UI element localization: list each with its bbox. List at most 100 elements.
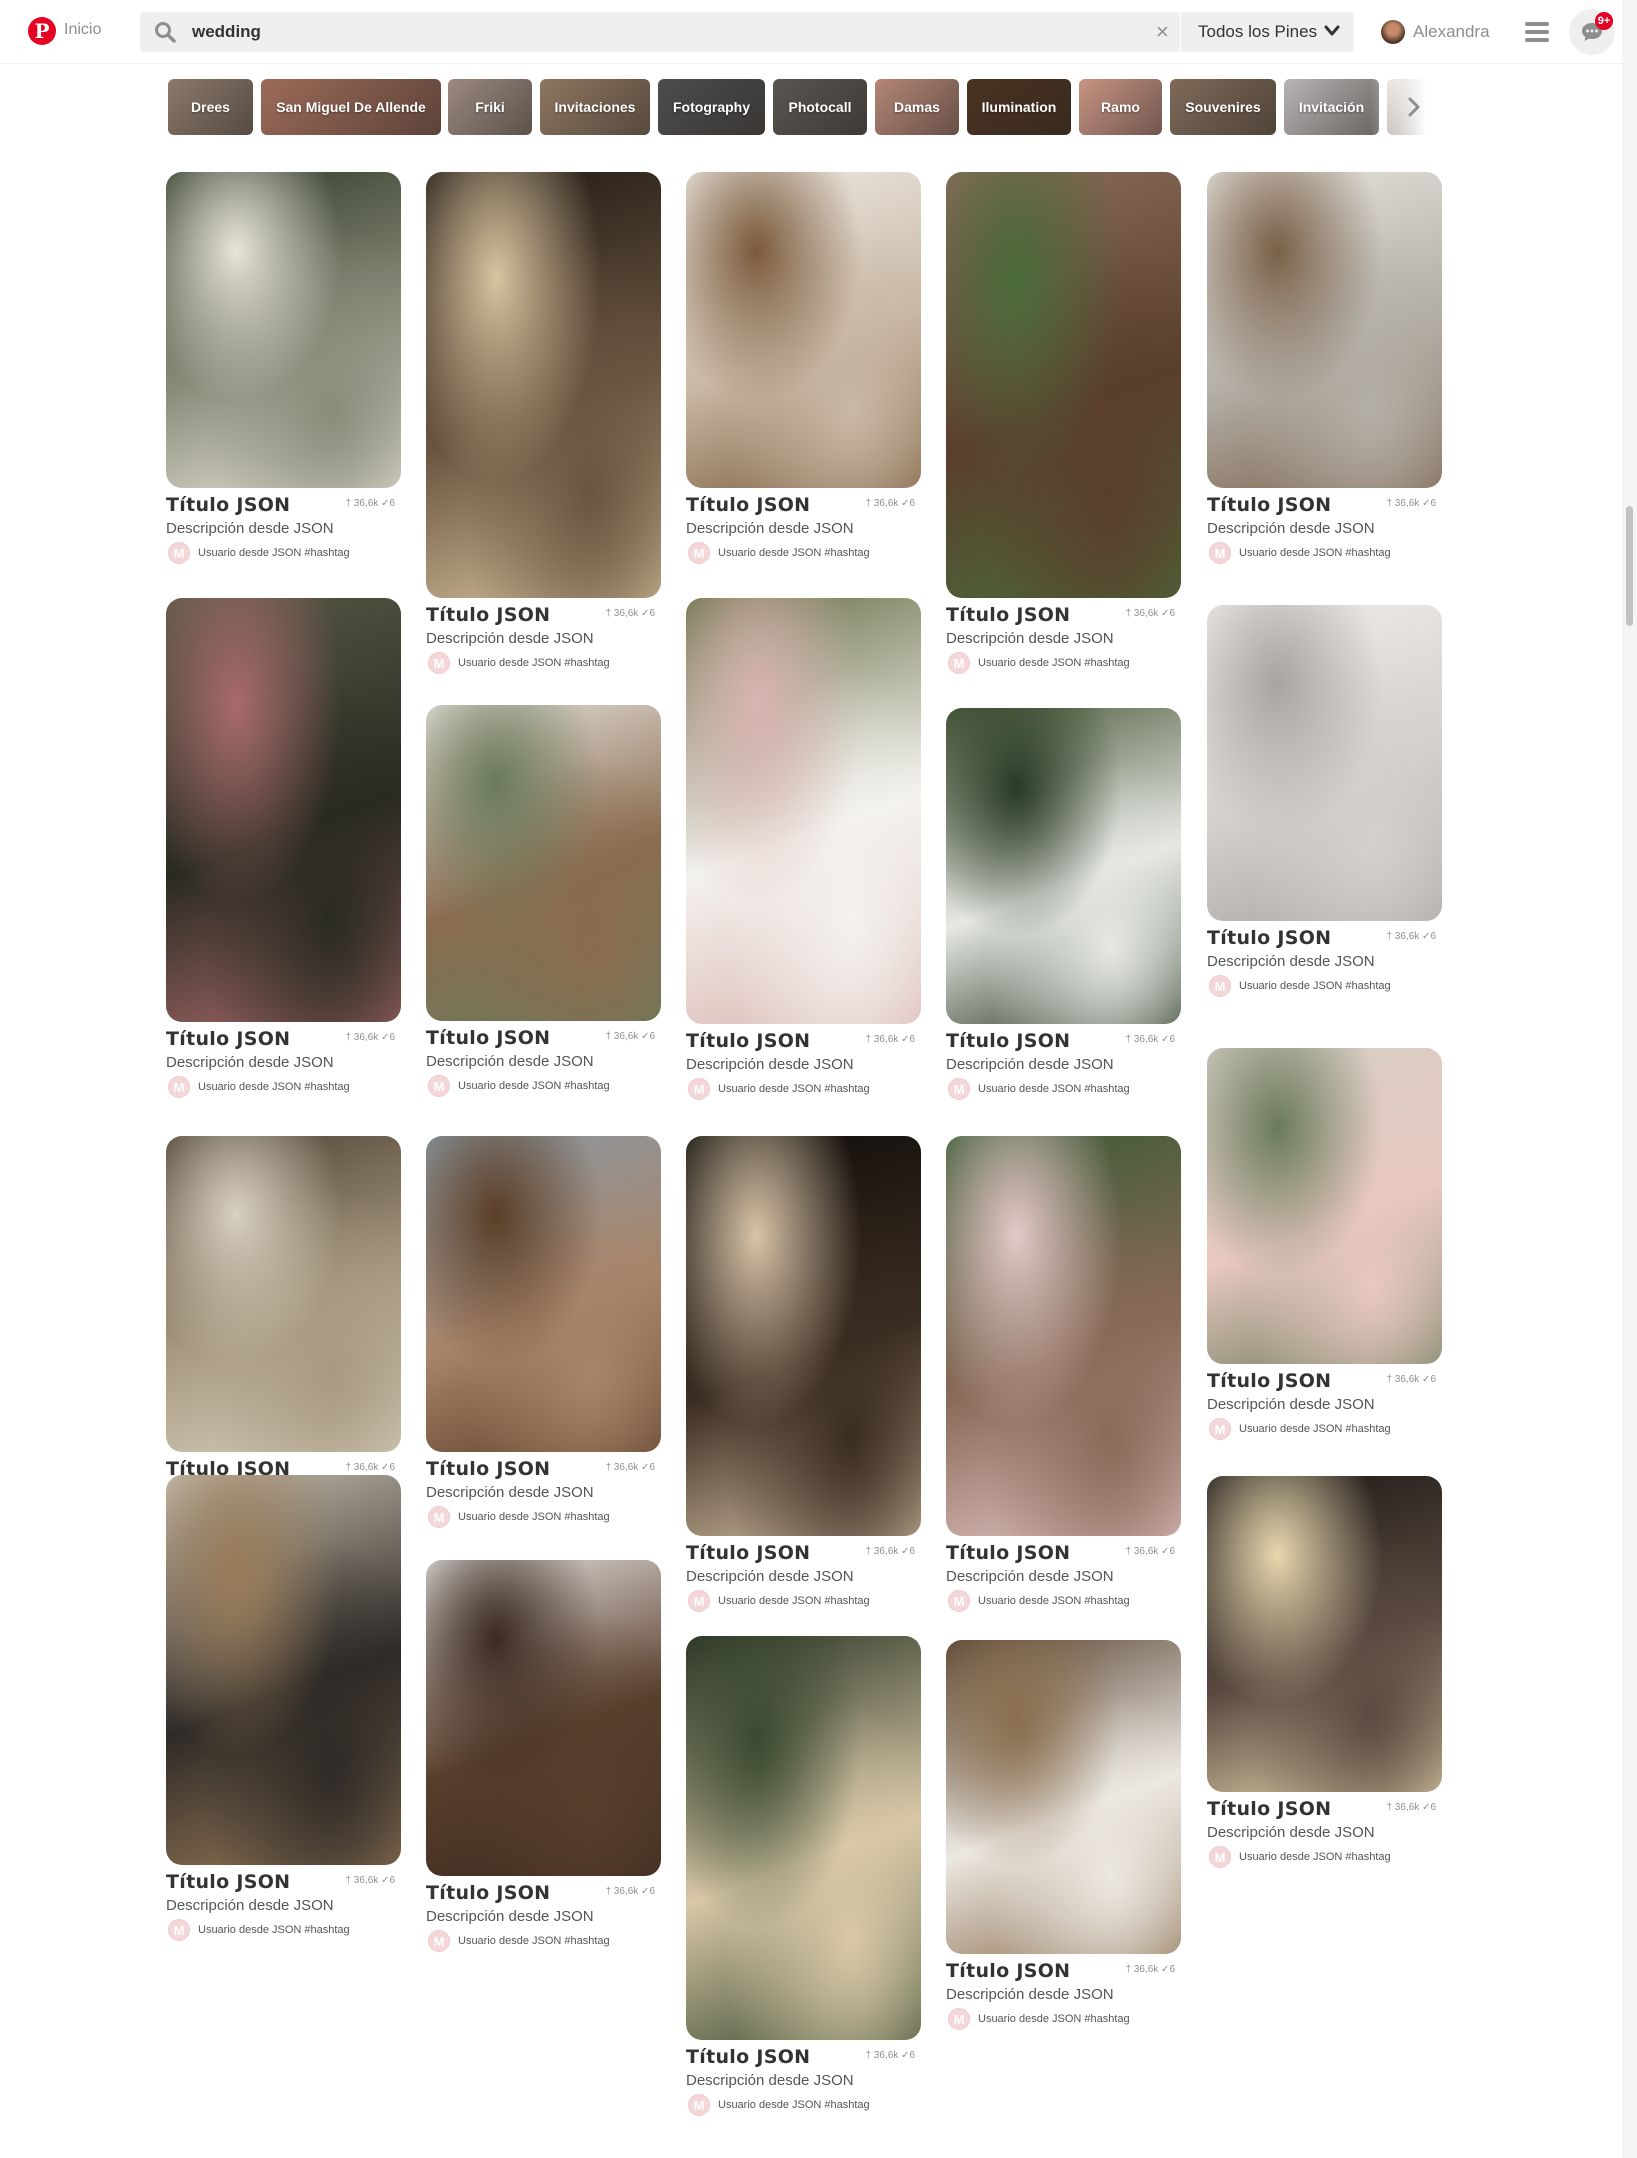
pin-user-avatar[interactable]: M	[1209, 542, 1231, 564]
pin-card[interactable]: Título JSON † 36,6k ✓6 Descripción desde J…	[166, 598, 401, 1112]
pin-card[interactable]: Título JSON † 36,6k ✓6 Descripción desde J…	[426, 1560, 661, 1966]
pin-user-avatar[interactable]: M	[168, 1919, 190, 1941]
guide-chip[interactable]: Invitación	[1284, 79, 1379, 135]
pin-attribution[interactable]: M Usuario desde JSON #hashtag	[688, 2094, 870, 2116]
pin-title[interactable]: Título JSON	[1207, 927, 1331, 949]
pin-attribution[interactable]: M Usuario desde JSON #hashtag	[428, 652, 610, 674]
pin-image[interactable]	[166, 1475, 401, 1865]
page-scrollbar[interactable]	[1622, 0, 1637, 2158]
guide-chip[interactable]: Fotography	[658, 79, 765, 135]
guide-chip[interactable]: Ramo	[1079, 79, 1162, 135]
pin-user-avatar[interactable]: M	[1209, 975, 1231, 997]
pin-image[interactable]	[946, 1640, 1181, 1954]
pin-user-name[interactable]: Usuario desde JSON #hashtag	[718, 1083, 870, 1095]
pin-attribution[interactable]: M Usuario desde JSON #hashtag	[948, 1078, 1130, 1100]
pin-card[interactable]: Título JSON † 36,6k ✓6 Descripción desde J…	[166, 172, 401, 578]
pin-title[interactable]: Título JSON	[686, 1030, 810, 1052]
pin-attribution[interactable]: M Usuario desde JSON #hashtag	[1209, 1846, 1391, 1868]
pin-card[interactable]: Título JSON † 36,6k ✓6 Descripción desde J…	[1207, 172, 1442, 578]
pin-user-name[interactable]: Usuario desde JSON #hashtag	[718, 547, 870, 559]
pin-title[interactable]: Título JSON	[166, 1028, 290, 1050]
pin-attribution[interactable]: M Usuario desde JSON #hashtag	[688, 1078, 870, 1100]
pin-card[interactable]: Título JSON † 36,6k ✓6 Descripción desde J…	[166, 1475, 401, 1955]
pin-image[interactable]	[1207, 1048, 1442, 1364]
pin-card[interactable]: Título JSON † 36,6k ✓6 Descripción desde J…	[686, 1636, 921, 2130]
pin-card[interactable]: Título JSON † 36,6k ✓6 Descripción desde J…	[946, 708, 1181, 1114]
pin-user-name[interactable]: Usuario desde JSON #hashtag	[718, 2099, 870, 2111]
guide-chip[interactable]: San Miguel De Allende	[261, 79, 441, 135]
pin-card[interactable]: Título JSON † 36,6k ✓6 Descripción desde J…	[686, 172, 921, 578]
pin-image[interactable]	[1207, 1476, 1442, 1792]
pin-user-avatar[interactable]: M	[948, 1078, 970, 1100]
pin-user-avatar[interactable]: M	[1209, 1846, 1231, 1868]
pin-card[interactable]: Título JSON † 36,6k ✓6 Descripción desde J…	[1207, 605, 1442, 1011]
pin-title[interactable]: Título JSON	[686, 494, 810, 516]
close-icon[interactable]: ×	[1156, 21, 1169, 43]
pin-user-avatar[interactable]: M	[428, 1075, 450, 1097]
pin-attribution[interactable]: M Usuario desde JSON #hashtag	[168, 1076, 350, 1098]
pin-user-avatar[interactable]: M	[1209, 1418, 1231, 1440]
pin-card[interactable]: Título JSON † 36,6k ✓6 Descripción desde J…	[946, 1640, 1181, 2044]
pin-user-name[interactable]: Usuario desde JSON #hashtag	[458, 1080, 610, 1092]
guide-chip[interactable]: Photocall	[773, 79, 867, 135]
profile-name[interactable]: Alexandra	[1413, 22, 1490, 42]
pin-title[interactable]: Título JSON	[946, 1960, 1070, 1982]
pin-user-name[interactable]: Usuario desde JSON #hashtag	[458, 1935, 610, 1947]
pin-card[interactable]: Título JSON † 36,6k ✓6 Descripción desde J…	[946, 1136, 1181, 1626]
pinterest-logo-icon[interactable]: P	[28, 17, 56, 45]
search-input[interactable]	[192, 12, 1192, 52]
pin-card[interactable]: Título JSON † 36,6k ✓6 Descripción desde J…	[686, 1136, 921, 1626]
pin-attribution[interactable]: M Usuario desde JSON #hashtag	[428, 1506, 610, 1528]
menu-icon[interactable]	[1525, 22, 1549, 42]
pin-image[interactable]	[426, 705, 661, 1021]
pin-title[interactable]: Título JSON	[426, 1882, 550, 1904]
pin-attribution[interactable]: M Usuario desde JSON #hashtag	[428, 1930, 610, 1952]
pin-title[interactable]: Título JSON	[166, 1871, 290, 1893]
pin-user-name[interactable]: Usuario desde JSON #hashtag	[198, 547, 350, 559]
pin-attribution[interactable]: M Usuario desde JSON #hashtag	[428, 1075, 610, 1097]
pin-attribution[interactable]: M Usuario desde JSON #hashtag	[168, 542, 350, 564]
pin-image[interactable]	[166, 598, 401, 1022]
pin-image[interactable]	[686, 172, 921, 488]
pin-title[interactable]: Título JSON	[946, 1030, 1070, 1052]
pin-user-name[interactable]: Usuario desde JSON #hashtag	[458, 1511, 610, 1523]
pin-user-avatar[interactable]: M	[948, 1590, 970, 1612]
pin-card[interactable]: Título JSON † 36,6k ✓6 Descripción desde J…	[946, 172, 1181, 688]
pin-user-name[interactable]: Usuario desde JSON #hashtag	[718, 1595, 870, 1607]
pin-user-name[interactable]: Usuario desde JSON #hashtag	[1239, 1851, 1391, 1863]
pin-image[interactable]	[166, 172, 401, 488]
pin-image[interactable]	[686, 598, 921, 1024]
pin-card[interactable]: Título JSON † 36,6k ✓6 Descripción desde J…	[686, 598, 921, 1114]
pin-attribution[interactable]: M Usuario desde JSON #hashtag	[688, 1590, 870, 1612]
pin-image[interactable]	[426, 1136, 661, 1452]
pin-title[interactable]: Título JSON	[946, 1542, 1070, 1564]
pin-title[interactable]: Título JSON	[1207, 494, 1331, 516]
guide-chip[interactable]: Friki	[448, 79, 532, 135]
pin-user-avatar[interactable]: M	[688, 1590, 710, 1612]
pin-image[interactable]	[1207, 605, 1442, 921]
pin-image[interactable]	[686, 1136, 921, 1536]
pin-card[interactable]: Título JSON † 36,6k ✓6 Descripción desde J…	[426, 1136, 661, 1542]
pin-user-avatar[interactable]: M	[948, 652, 970, 674]
pin-image[interactable]	[686, 1636, 921, 2040]
guide-chip[interactable]: Ilumination	[967, 79, 1071, 135]
pin-user-avatar[interactable]: M	[688, 1078, 710, 1100]
pin-image[interactable]	[426, 1560, 661, 1876]
pin-title[interactable]: Título JSON	[686, 1542, 810, 1564]
pin-title[interactable]: Título JSON	[426, 1458, 550, 1480]
pin-title[interactable]: Título JSON	[166, 494, 290, 516]
home-link[interactable]: Inicio	[64, 21, 101, 39]
pin-image[interactable]	[946, 708, 1181, 1024]
messages-button[interactable]: 9+	[1569, 9, 1615, 55]
pin-user-name[interactable]: Usuario desde JSON #hashtag	[1239, 980, 1391, 992]
pin-attribution[interactable]: M Usuario desde JSON #hashtag	[1209, 975, 1391, 997]
pin-user-name[interactable]: Usuario desde JSON #hashtag	[198, 1081, 350, 1093]
pin-title[interactable]: Título JSON	[1207, 1798, 1331, 1820]
guide-chip[interactable]: Drees	[168, 79, 253, 135]
pin-card[interactable]: Título JSON † 36,6k ✓6 Descripción desde J…	[1207, 1476, 1442, 1882]
pin-user-avatar[interactable]: M	[688, 2094, 710, 2116]
pin-card[interactable]: Título JSON † 36,6k ✓6 Descripción desde J…	[1207, 1048, 1442, 1454]
pin-user-name[interactable]: Usuario desde JSON #hashtag	[978, 1083, 1130, 1095]
pin-user-name[interactable]: Usuario desde JSON #hashtag	[978, 1595, 1130, 1607]
pin-user-avatar[interactable]: M	[688, 542, 710, 564]
